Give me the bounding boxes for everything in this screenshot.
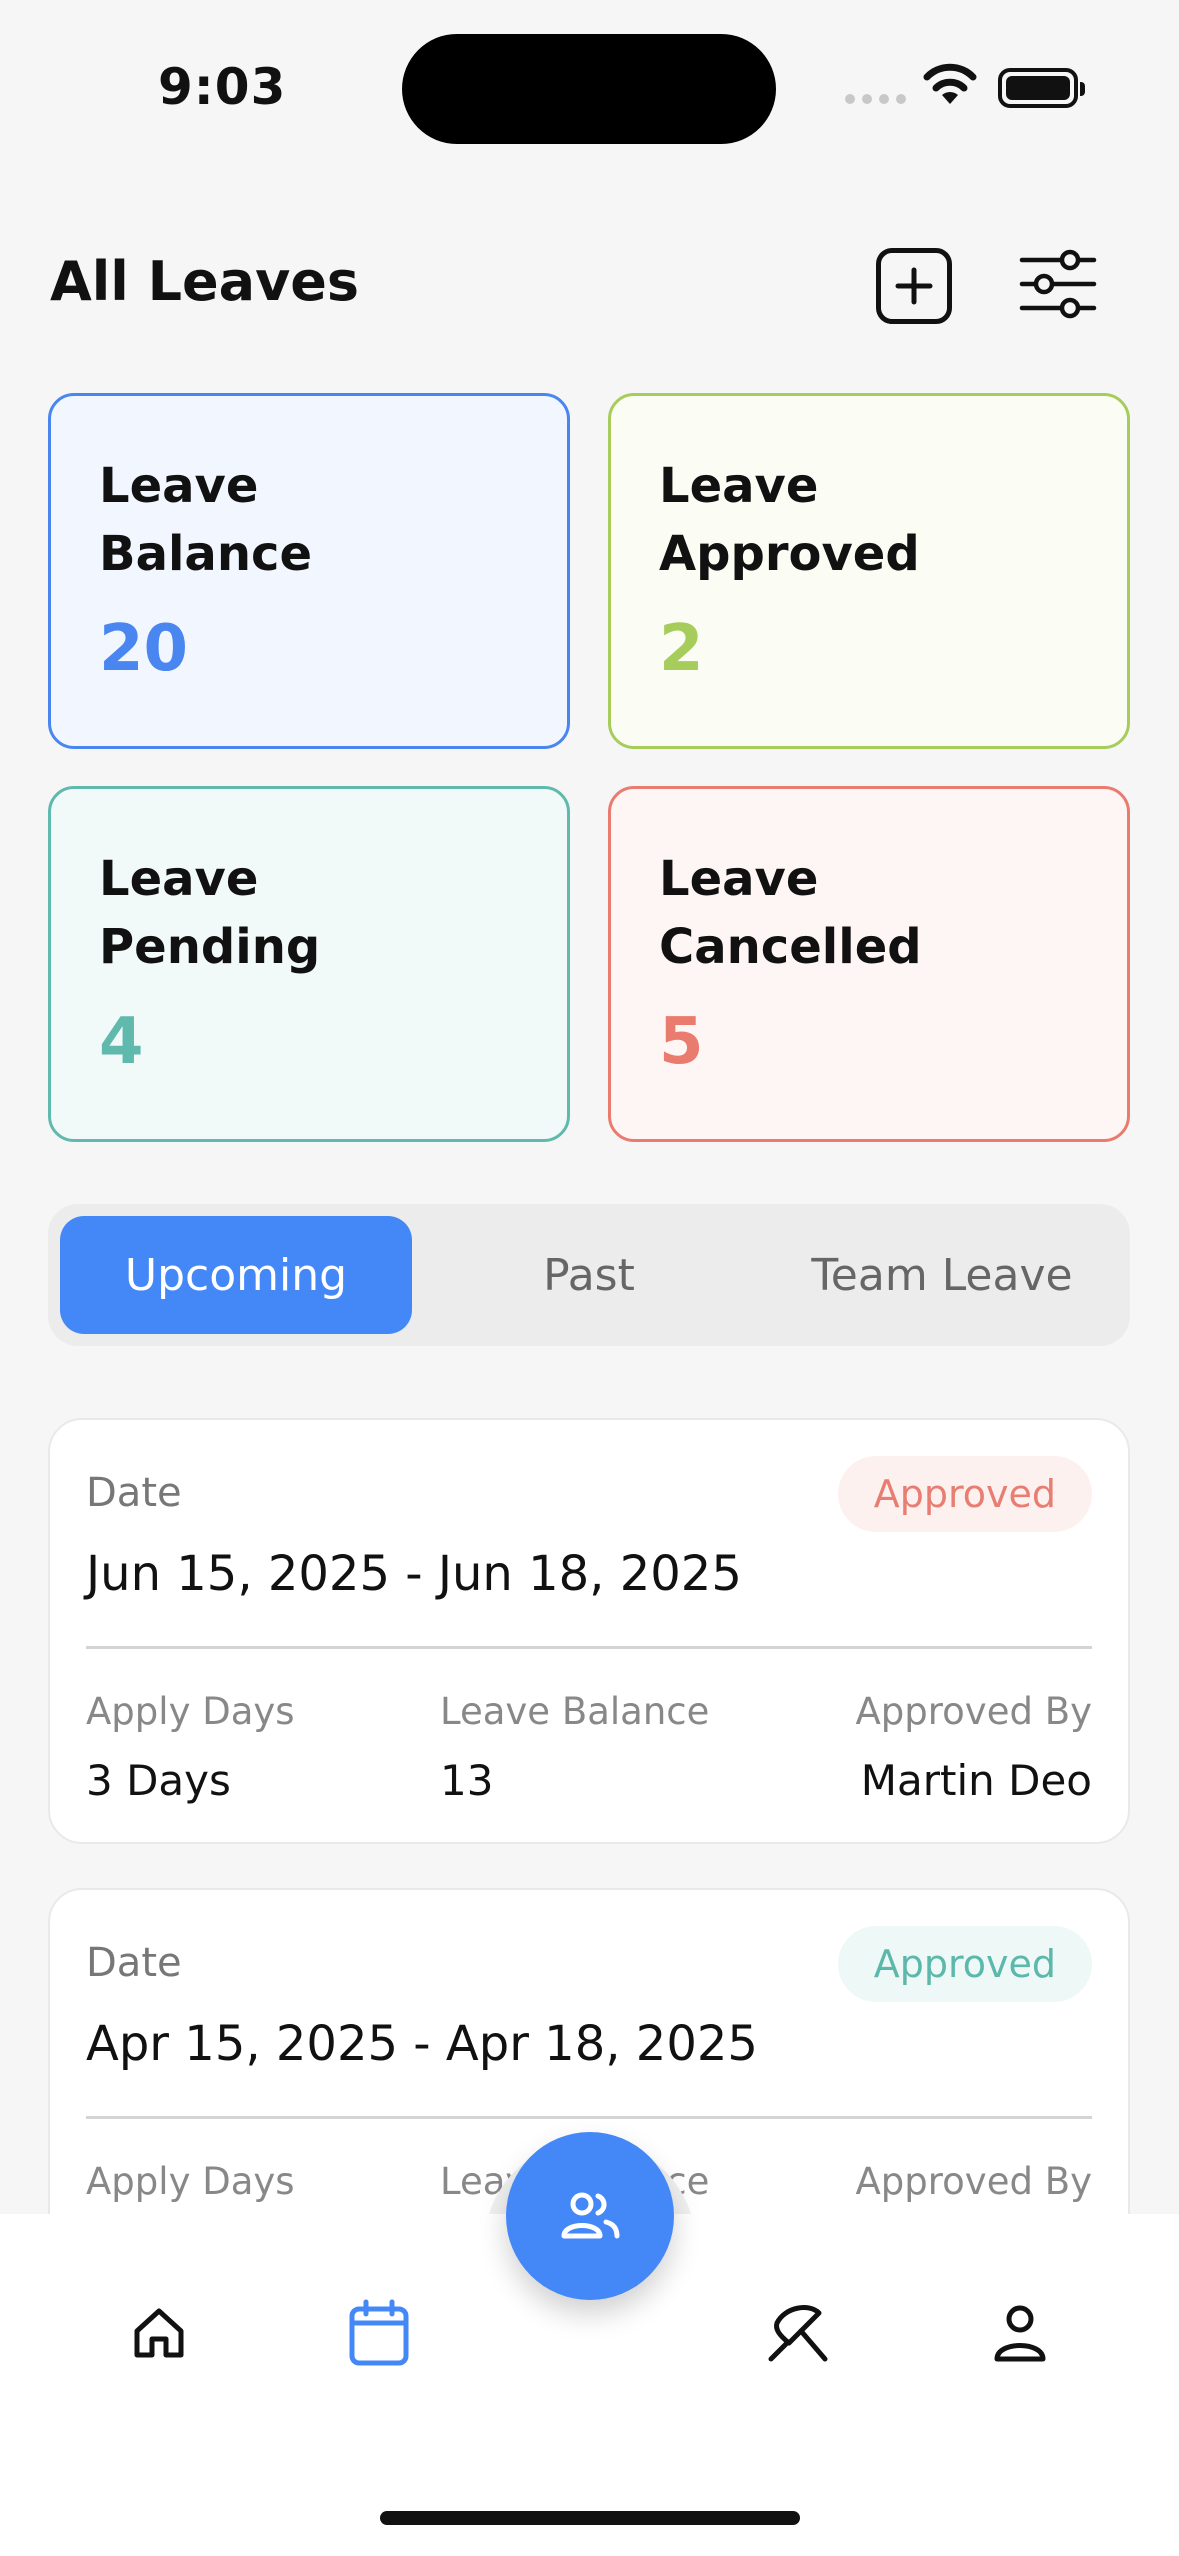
- plus-icon: [895, 267, 933, 305]
- leave-dates: Jun 15, 2025 - Jun 18, 2025: [86, 1546, 742, 1602]
- beach-umbrella-icon: [768, 2305, 828, 2362]
- stat-label: Leave Cancelled: [659, 851, 922, 975]
- leave-pending-card[interactable]: Leave Pending 4: [48, 786, 570, 1142]
- approved-by-label: Approved By: [855, 1690, 1092, 1733]
- nav-calendar[interactable]: [344, 2298, 414, 2368]
- filter-button[interactable]: [1018, 244, 1098, 324]
- stat-label: Leave Balance: [99, 458, 312, 582]
- leave-balance-value: 13: [440, 1756, 494, 1805]
- cellular-signal-icon: [845, 94, 906, 104]
- status-badge: Approved: [837, 1456, 1092, 1532]
- profile-icon: [994, 2305, 1046, 2362]
- leave-balance-label: Leave Balance: [440, 1690, 710, 1733]
- leave-approved-card[interactable]: Leave Approved 2: [608, 393, 1130, 749]
- leave-dates: Apr 15, 2025 - Apr 18, 2025: [86, 2016, 758, 2072]
- apply-days-value: 3 Days: [86, 1756, 231, 1805]
- team-fab-button[interactable]: [506, 2132, 674, 2300]
- home-indicator: [380, 2511, 800, 2525]
- date-label: Date: [86, 1470, 182, 1516]
- date-label: Date: [86, 1940, 182, 1986]
- approved-by-label: Approved By: [855, 2160, 1092, 2203]
- stat-label: Leave Approved: [659, 458, 920, 582]
- nav-home[interactable]: [124, 2298, 194, 2368]
- battery-icon: [998, 68, 1085, 108]
- calendar-icon: [349, 2299, 409, 2366]
- page-title: All Leaves: [50, 250, 360, 313]
- stat-value: 4: [99, 1005, 144, 1079]
- tab-upcoming[interactable]: Upcoming: [60, 1216, 412, 1334]
- approved-by-value: Martin Deo: [860, 1756, 1092, 1805]
- nav-leave[interactable]: [764, 2298, 834, 2368]
- stat-value: 2: [659, 612, 704, 686]
- stat-value: 20: [99, 612, 189, 686]
- status-time: 9:03: [158, 58, 287, 116]
- divider: [86, 1646, 1092, 1649]
- divider: [86, 2116, 1092, 2119]
- home-icon: [134, 2308, 184, 2358]
- stat-label: Leave Pending: [99, 851, 321, 975]
- tab-team-leave[interactable]: Team Leave: [766, 1216, 1118, 1334]
- leave-balance-card[interactable]: Leave Balance 20: [48, 393, 570, 749]
- nav-profile[interactable]: [985, 2298, 1055, 2368]
- leave-cancelled-card[interactable]: Leave Cancelled 5: [608, 786, 1130, 1142]
- leave-tabs: Upcoming Past Team Leave: [48, 1204, 1130, 1346]
- tab-past[interactable]: Past: [413, 1216, 765, 1334]
- apply-days-label: Apply Days: [86, 2160, 295, 2203]
- add-leave-button[interactable]: [876, 248, 952, 324]
- dynamic-island: [402, 34, 776, 144]
- stat-value: 5: [659, 1005, 704, 1079]
- team-icon: [561, 2192, 620, 2239]
- wifi-icon: [923, 63, 977, 104]
- status-badge: Approved: [837, 1926, 1092, 2002]
- apply-days-label: Apply Days: [86, 1690, 295, 1733]
- leave-card[interactable]: Date Approved Jun 15, 2025 - Jun 18, 202…: [48, 1418, 1130, 1844]
